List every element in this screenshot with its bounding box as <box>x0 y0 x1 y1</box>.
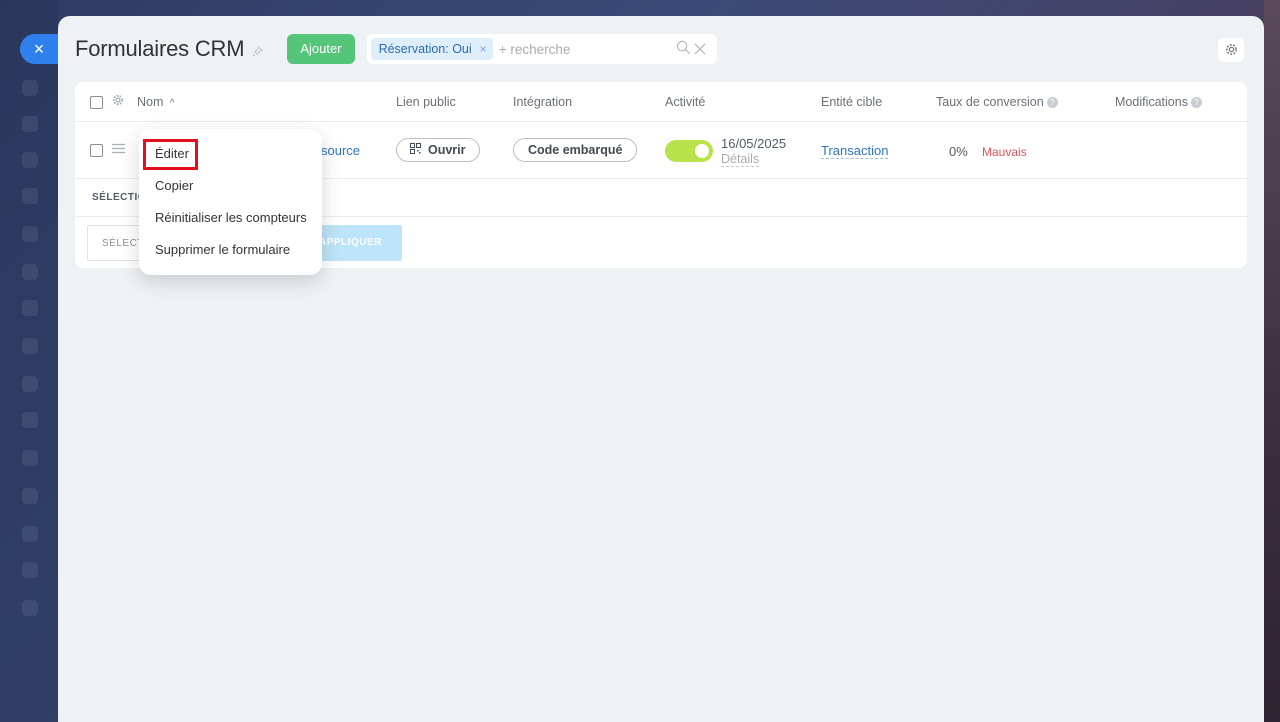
close-panel-button[interactable]: × <box>20 34 58 64</box>
row-menu-icon[interactable] <box>112 141 125 157</box>
apply-button[interactable]: APPLIQUER <box>311 225 402 261</box>
column-header-integration[interactable]: Intégration <box>513 95 572 109</box>
sidebar-icon[interactable] <box>22 152 38 168</box>
pin-icon[interactable] <box>252 45 264 60</box>
search-input[interactable]: + recherche <box>499 42 571 57</box>
sidebar-icon[interactable] <box>22 412 38 428</box>
menu-item-edit[interactable]: Éditer <box>139 140 322 172</box>
target-entity-link[interactable]: Transaction <box>821 143 889 159</box>
column-header-activity[interactable]: Activité <box>665 95 705 109</box>
sidebar-icon[interactable] <box>22 80 38 96</box>
clear-icon[interactable] <box>693 39 707 61</box>
form-name-link[interactable]: source <box>321 143 360 158</box>
column-settings-icon[interactable] <box>112 94 124 109</box>
menu-item-copy[interactable]: Copier <box>139 172 322 204</box>
embedded-code-button[interactable]: Code embarqué <box>513 138 638 162</box>
column-header-public-link[interactable]: Lien public <box>396 95 456 109</box>
page-header: Formulaires CRM Ajouter Réservation: Oui… <box>75 34 717 64</box>
qr-code-icon <box>410 139 421 161</box>
sidebar-icon[interactable] <box>22 376 38 392</box>
selected-count-label: SÉLECTIO <box>92 192 147 203</box>
settings-button[interactable] <box>1218 38 1244 62</box>
filter-chip[interactable]: Réservation: Oui × <box>370 38 493 60</box>
sidebar-icon[interactable] <box>22 116 38 132</box>
search-icon[interactable] <box>676 40 691 59</box>
crm-forms-panel: Formulaires CRM Ajouter Réservation: Oui… <box>58 16 1264 722</box>
background-edge <box>1264 0 1280 722</box>
sidebar-icon[interactable] <box>22 600 38 616</box>
open-public-link-button[interactable]: Ouvrir <box>396 138 480 162</box>
sidebar-icon[interactable] <box>22 488 38 504</box>
conversion-value: 0% <box>949 144 968 159</box>
sidebar-icon[interactable] <box>22 226 38 242</box>
sidebar-rail <box>0 0 58 722</box>
close-icon: × <box>33 39 45 59</box>
sidebar-icon[interactable] <box>22 188 38 204</box>
menu-item-delete-form[interactable]: Supprimer le formulaire <box>139 236 322 268</box>
column-header-conversion-rate[interactable]: Taux de conversion? <box>936 95 1058 109</box>
conversion-status: Mauvais <box>982 145 1027 159</box>
chip-remove-icon[interactable]: × <box>480 42 487 56</box>
row-checkbox[interactable] <box>90 144 103 157</box>
activity-toggle[interactable] <box>665 140 713 162</box>
activity-info: 16/05/2025 Détails <box>721 136 787 167</box>
sidebar-icon[interactable] <box>22 300 38 316</box>
help-icon[interactable]: ? <box>1190 97 1202 108</box>
select-all-checkbox[interactable] <box>90 96 103 109</box>
sidebar-icon[interactable] <box>22 338 38 354</box>
toggle-knob <box>695 144 709 158</box>
help-icon[interactable]: ? <box>1046 97 1058 108</box>
details-link[interactable]: Détails <box>721 152 760 167</box>
sidebar-icon[interactable] <box>22 526 38 542</box>
column-header-modifications[interactable]: Modifications? <box>1115 95 1202 109</box>
add-button[interactable]: Ajouter <box>287 34 355 64</box>
activity-date: 16/05/2025 <box>721 136 787 151</box>
page-title: Formulaires CRM <box>75 36 245 61</box>
row-context-menu: Éditer Copier Réinitialiser les compteur… <box>139 129 322 275</box>
column-header-name[interactable]: Nom ^ <box>137 95 175 109</box>
column-header-target-entity[interactable]: Entité cible <box>821 95 882 109</box>
table-header-row: Nom ^ Lien public Intégration Activité E… <box>75 82 1247 122</box>
gear-icon <box>1225 43 1238 59</box>
menu-item-reset-counters[interactable]: Réinitialiser les compteurs <box>139 204 322 236</box>
filter-search-bar[interactable]: Réservation: Oui × + recherche <box>366 34 717 64</box>
sidebar-icon[interactable] <box>22 450 38 466</box>
sidebar-icon[interactable] <box>22 562 38 578</box>
sidebar-icon[interactable] <box>22 264 38 280</box>
filter-chip-label: Réservation: Oui <box>378 42 472 56</box>
sort-asc-icon: ^ <box>169 98 175 109</box>
